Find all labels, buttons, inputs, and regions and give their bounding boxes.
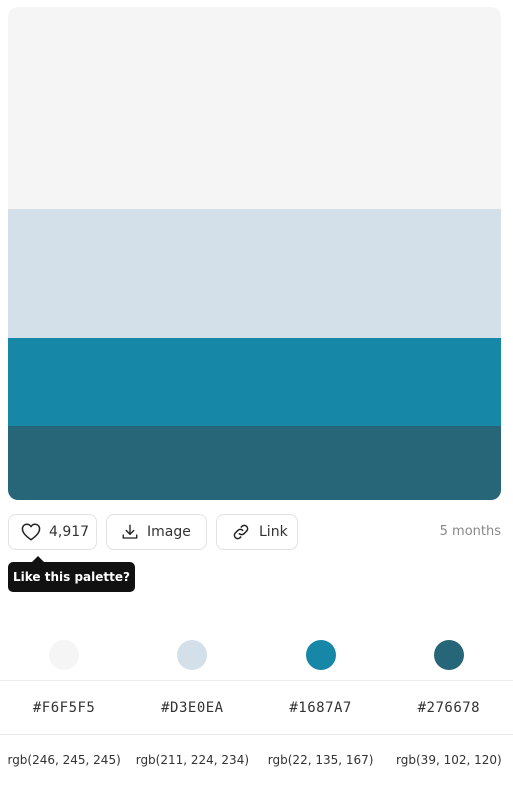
color-dot[interactable] xyxy=(305,640,336,670)
color-dot[interactable] xyxy=(49,640,80,670)
rgb-code[interactable]: rgb(211, 224, 234) xyxy=(136,753,249,767)
rgb-codes-row: rgb(246, 245, 245) rgb(211, 224, 234) rg… xyxy=(0,735,513,785)
hex-code[interactable]: #1687A7 xyxy=(289,700,352,716)
palette-preview[interactable] xyxy=(8,7,501,500)
color-dot-cell xyxy=(0,630,128,680)
palette-swatch-1[interactable] xyxy=(8,7,501,209)
palette-swatch-3[interactable] xyxy=(8,338,501,426)
palette-actions: 4,917 Image Link xyxy=(8,514,298,550)
like-tooltip: Like this palette? xyxy=(8,556,135,592)
like-count: 4,917 xyxy=(49,524,90,540)
color-dot-cell xyxy=(128,630,256,680)
download-icon xyxy=(121,523,139,541)
tooltip-text: Like this palette? xyxy=(13,570,130,584)
download-image-button[interactable]: Image xyxy=(106,514,207,550)
like-button[interactable]: 4,917 xyxy=(8,514,97,550)
hex-code[interactable]: #F6F5F5 xyxy=(33,700,96,716)
color-info: #F6F5F5 #D3E0EA #1687A7 #276678 rgb(246,… xyxy=(0,630,513,785)
color-dot-cell xyxy=(385,630,513,680)
link-label: Link xyxy=(259,524,288,540)
color-dot[interactable] xyxy=(177,640,208,670)
palette-age: 5 months xyxy=(439,524,501,539)
rgb-code[interactable]: rgb(22, 135, 167) xyxy=(268,753,374,767)
palette-swatch-4[interactable] xyxy=(8,426,501,500)
rgb-code[interactable]: rgb(39, 102, 120) xyxy=(396,753,502,767)
image-label: Image xyxy=(147,524,191,540)
color-dot-cell xyxy=(257,630,385,680)
tooltip-arrow xyxy=(32,556,44,562)
color-dots-row xyxy=(0,630,513,680)
hex-code[interactable]: #276678 xyxy=(418,700,481,716)
color-dot[interactable] xyxy=(433,640,464,670)
palette-swatch-2[interactable] xyxy=(8,209,501,338)
heart-icon xyxy=(21,523,41,541)
hex-code[interactable]: #D3E0EA xyxy=(161,700,224,716)
copy-link-button[interactable]: Link xyxy=(216,514,298,550)
rgb-code[interactable]: rgb(246, 245, 245) xyxy=(7,753,120,767)
link-icon xyxy=(231,522,251,542)
hex-codes-row: #F6F5F5 #D3E0EA #1687A7 #276678 xyxy=(0,680,513,735)
